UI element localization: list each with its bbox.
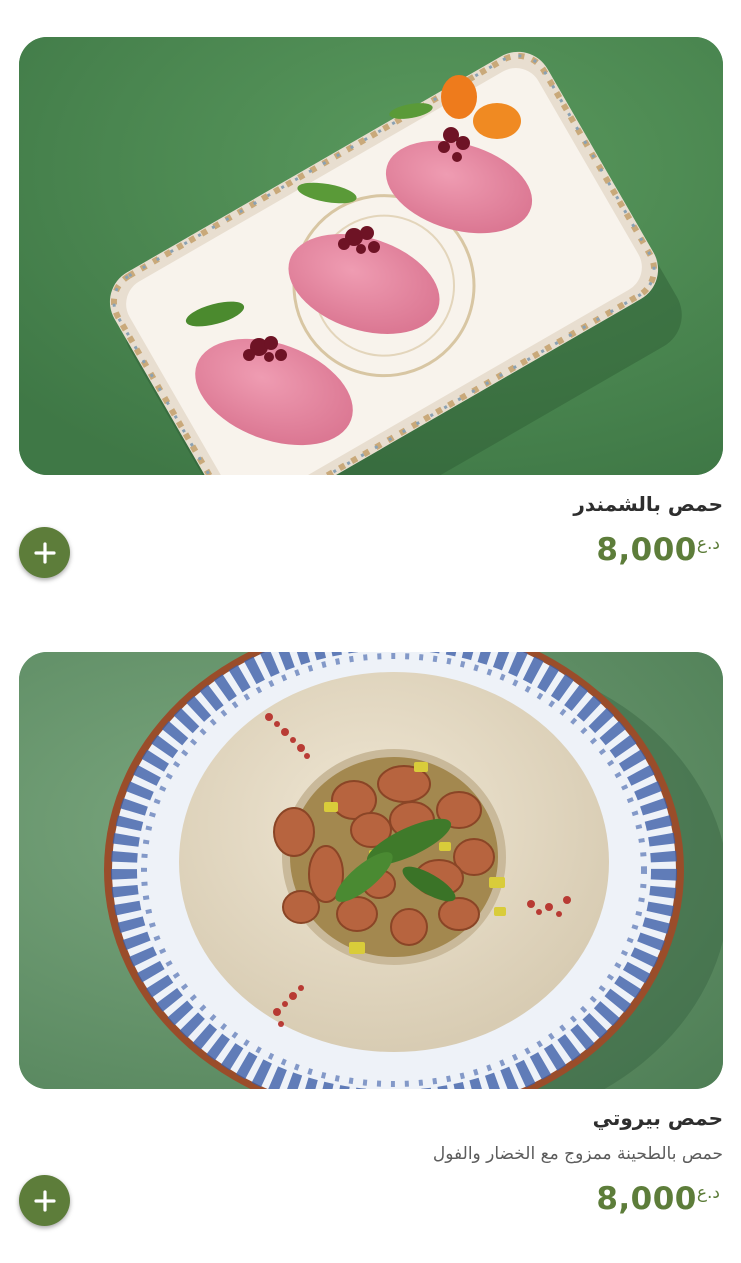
plus-icon: [33, 1189, 56, 1212]
dish-image[interactable]: [19, 37, 723, 475]
menu-page: حمص بالشمندر 8,000 د.ع حمص بيروتي حمص با…: [0, 0, 741, 1263]
price-amount: 8,000: [596, 1181, 697, 1217]
price-amount: 8,000: [596, 532, 697, 568]
dish-description: حمص بالطحينة ممزوج مع الخضار والفول: [432, 1144, 723, 1164]
dish-price: 8,000 د.ع: [596, 532, 723, 568]
plus-icon: [33, 541, 56, 564]
menu-item-card[interactable]: حمص بالشمندر 8,000 د.ع: [19, 37, 723, 578]
currency-label: د.ع: [696, 534, 720, 554]
menu-item-card[interactable]: حمص بيروتي حمص بالطحينة ممزوج مع الخضار …: [19, 652, 723, 1226]
add-to-cart-button[interactable]: [19, 527, 70, 578]
beiruti-hummus-photo: [19, 652, 723, 1089]
beetroot-hummus-photo: [19, 37, 723, 475]
dish-name: حمص بيروتي: [592, 1106, 723, 1130]
dish-price: 8,000 د.ع: [596, 1181, 723, 1217]
add-to-cart-button[interactable]: [19, 1175, 70, 1226]
currency-label: د.ع: [696, 1183, 720, 1203]
dish-image[interactable]: [19, 652, 723, 1089]
dish-name: حمص بالشمندر: [573, 492, 723, 516]
